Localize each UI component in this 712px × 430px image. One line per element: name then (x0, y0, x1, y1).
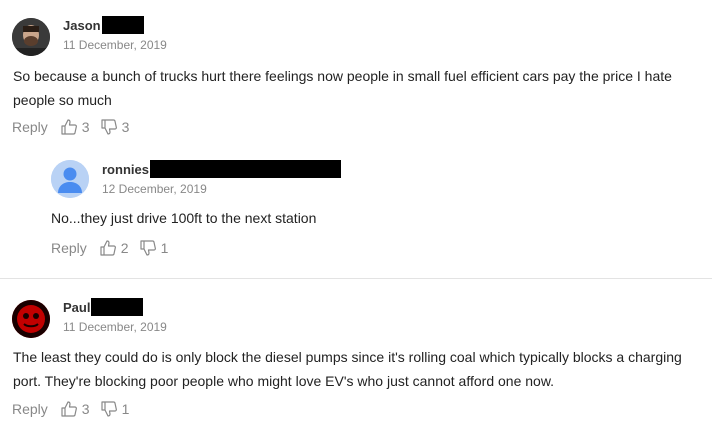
reply-button[interactable]: Reply (12, 401, 48, 417)
user-photo-icon (12, 300, 50, 338)
user-photo-icon (12, 18, 50, 56)
author-name[interactable]: ronnies (102, 160, 341, 178)
comment-date: 11 December, 2019 (63, 320, 167, 334)
thumbs-up-icon (61, 119, 77, 135)
author-name-text: Jason (63, 17, 101, 33)
dislike-count: 1 (121, 401, 130, 417)
like-button[interactable]: 3 (60, 118, 90, 136)
dislike-button[interactable]: 3 (100, 118, 130, 136)
redaction-bar (101, 16, 144, 34)
avatar-jason[interactable] (12, 18, 50, 56)
redaction-bar (149, 160, 341, 178)
author-name[interactable]: Jason (63, 16, 144, 34)
comment-date: 11 December, 2019 (63, 38, 167, 52)
comment-actions: Reply 3 1 (12, 399, 139, 419)
avatar-ronnies[interactable] (51, 160, 89, 198)
avatar-paul[interactable] (12, 300, 50, 338)
thumbs-down-icon (139, 240, 156, 256)
like-count: 2 (120, 240, 129, 256)
comment-text: So because a bunch of trucks hurt there … (13, 68, 672, 108)
redaction-bar (91, 298, 144, 316)
like-count: 3 (81, 401, 90, 417)
reply-button[interactable]: Reply (51, 240, 87, 256)
comment-actions: Reply 3 3 (12, 117, 139, 137)
thumbs-down-icon (100, 119, 117, 135)
dislike-count: 1 (160, 240, 169, 256)
comment-text: No...they just drive 100ft to the next s… (51, 210, 317, 226)
like-button[interactable]: 2 (99, 239, 129, 257)
thumbs-up-icon (61, 401, 77, 417)
like-count: 3 (81, 119, 90, 135)
reply-button[interactable]: Reply (12, 119, 48, 135)
default-user-avatar-icon (51, 160, 89, 198)
thumbs-down-icon (100, 401, 117, 417)
dislike-button[interactable]: 1 (100, 400, 130, 418)
comment-date: 12 December, 2019 (102, 182, 207, 196)
comment-actions: Reply 2 1 (51, 238, 178, 258)
thumbs-up-icon (100, 240, 116, 256)
author-name-text: ronnies (102, 161, 149, 177)
dislike-count: 3 (121, 119, 130, 135)
comment-text: The least they could do is only block th… (13, 349, 682, 389)
like-button[interactable]: 3 (60, 400, 90, 418)
author-name[interactable]: Paul (63, 298, 144, 316)
dislike-button[interactable]: 1 (139, 239, 169, 257)
author-name-text: Paul (63, 299, 91, 315)
comment-divider (0, 278, 712, 279)
